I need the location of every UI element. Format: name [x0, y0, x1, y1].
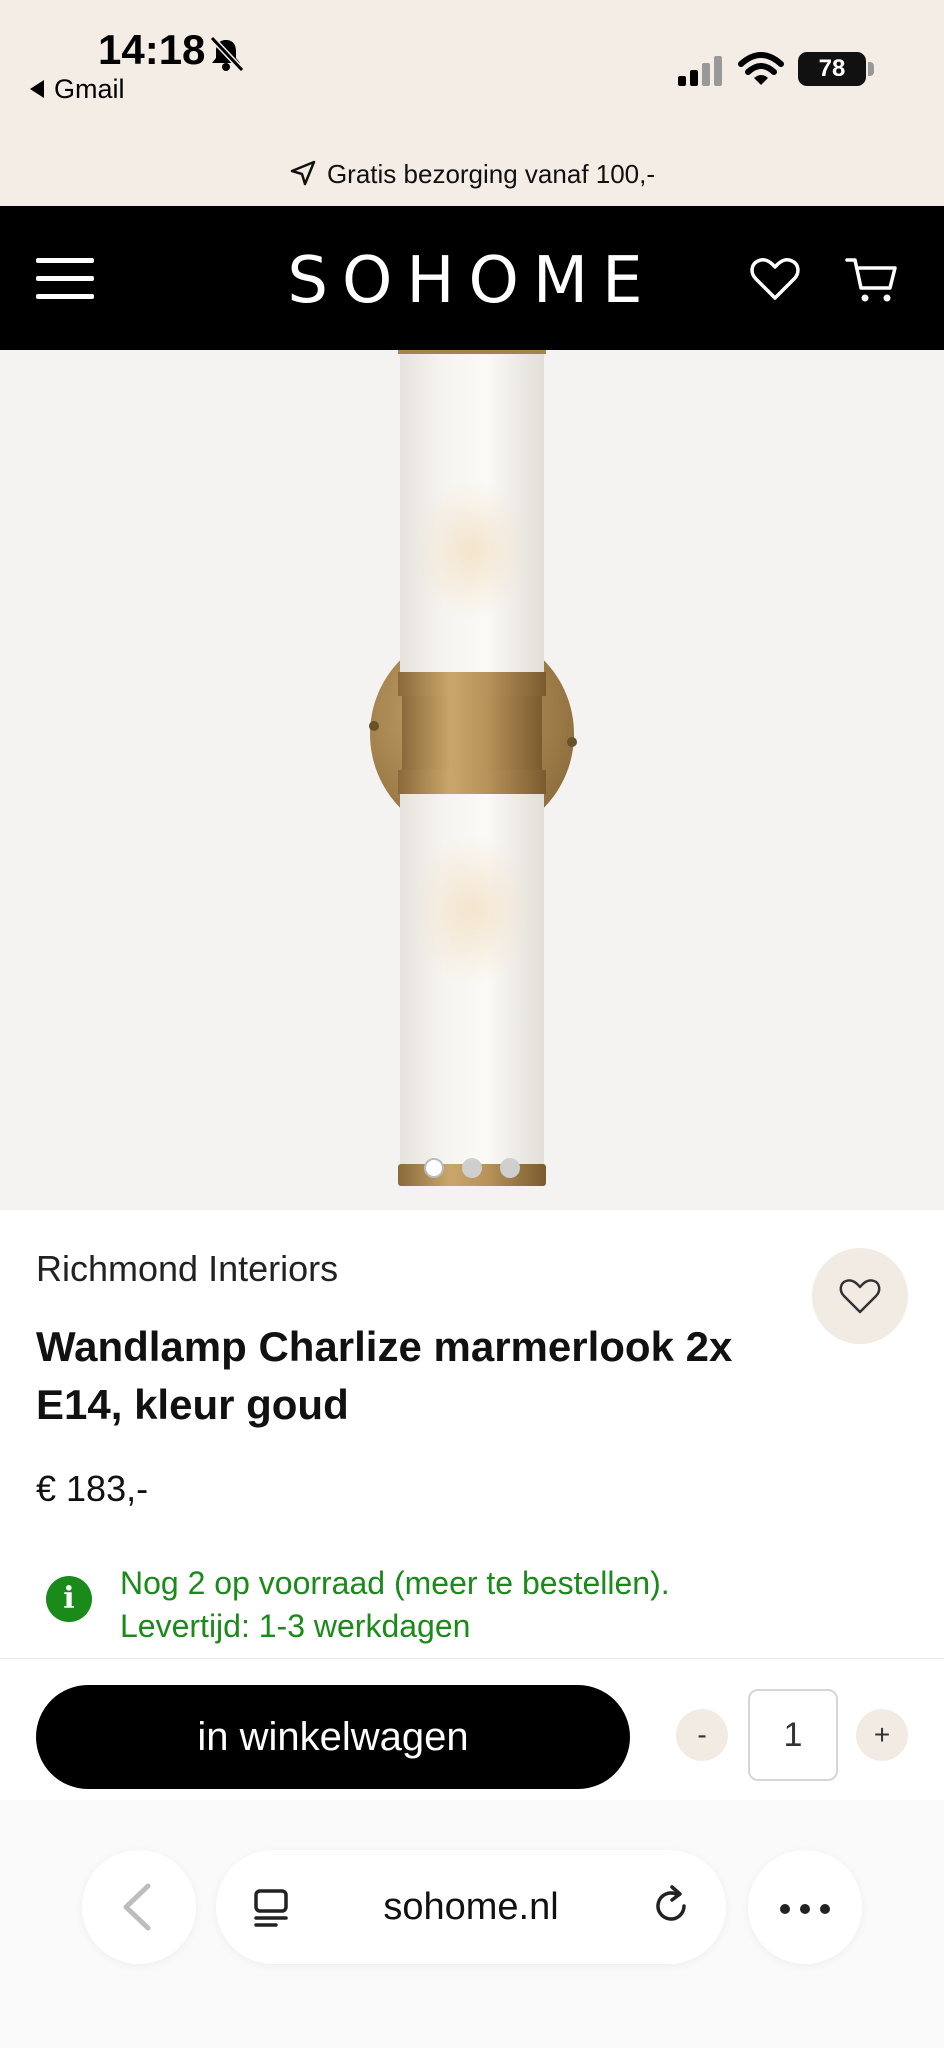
- product-price: € 183,-: [36, 1468, 149, 1509]
- status-bar: 14:18 Gmail 78: [0, 0, 944, 150]
- add-to-cart-button[interactable]: in winkelwagen: [36, 1685, 630, 1789]
- wifi-icon: [738, 52, 784, 85]
- status-time: 14:18: [98, 26, 206, 73]
- cart-icon[interactable]: [844, 252, 900, 308]
- more-dot: [780, 1904, 790, 1914]
- heart-icon: [839, 1279, 881, 1314]
- site-logo[interactable]: SOHOME: [0, 244, 944, 318]
- back-app-label: Gmail: [54, 74, 125, 104]
- quantity-increase-button[interactable]: +: [856, 1709, 908, 1761]
- browser-toolbar: sohome.nl: [0, 1800, 944, 2048]
- site-header: SOHOME: [0, 206, 944, 350]
- gallery-dot[interactable]: [462, 1158, 482, 1178]
- delivery-time: Levertijd: 1-3 werkdagen: [120, 1608, 471, 1644]
- wishlist-heart-icon[interactable]: [748, 252, 802, 306]
- gallery-dot[interactable]: [500, 1158, 520, 1178]
- stock-availability: Nog 2 op voorraad (meer te bestellen).: [120, 1565, 670, 1601]
- gallery-dots: [0, 1158, 944, 1183]
- reload-icon[interactable]: [650, 1884, 694, 1930]
- back-triangle-icon: [30, 79, 44, 98]
- gallery-dot[interactable]: [424, 1158, 444, 1178]
- product-brand[interactable]: Richmond Interiors: [36, 1248, 338, 1290]
- add-to-cart-bar: in winkelwagen - +: [0, 1658, 944, 1789]
- bell-muted-icon: [209, 35, 245, 73]
- chevron-left-icon: [123, 1883, 151, 1931]
- product-image: [369, 350, 577, 1186]
- product-title: Wandlamp Charlize marmerlook 2x E14, kle…: [36, 1323, 733, 1428]
- quantity-input[interactable]: [748, 1689, 838, 1781]
- battery-tip: [868, 62, 874, 76]
- add-to-wishlist-button[interactable]: [812, 1248, 908, 1344]
- location-arrow-icon: [290, 160, 316, 186]
- product-image-gallery[interactable]: [0, 350, 944, 1210]
- address-bar[interactable]: sohome.nl: [216, 1850, 726, 1964]
- battery-indicator: 78: [798, 52, 866, 86]
- promo-banner: Gratis bezorging vanaf 100,-: [0, 150, 944, 206]
- cellular-signal-icon: [678, 56, 722, 86]
- back-to-app-link[interactable]: Gmail: [30, 74, 125, 105]
- more-dot: [800, 1904, 810, 1914]
- stock-text: Nog 2 op voorraad (meer te bestellen). L…: [120, 1562, 880, 1648]
- promo-text: Gratis bezorging vanaf 100,-: [326, 159, 656, 189]
- quantity-decrease-button[interactable]: -: [676, 1709, 728, 1761]
- browser-back-button[interactable]: [82, 1850, 196, 1964]
- more-dot: [820, 1904, 830, 1914]
- more-options-button[interactable]: [748, 1850, 862, 1964]
- info-icon: i: [46, 1576, 92, 1622]
